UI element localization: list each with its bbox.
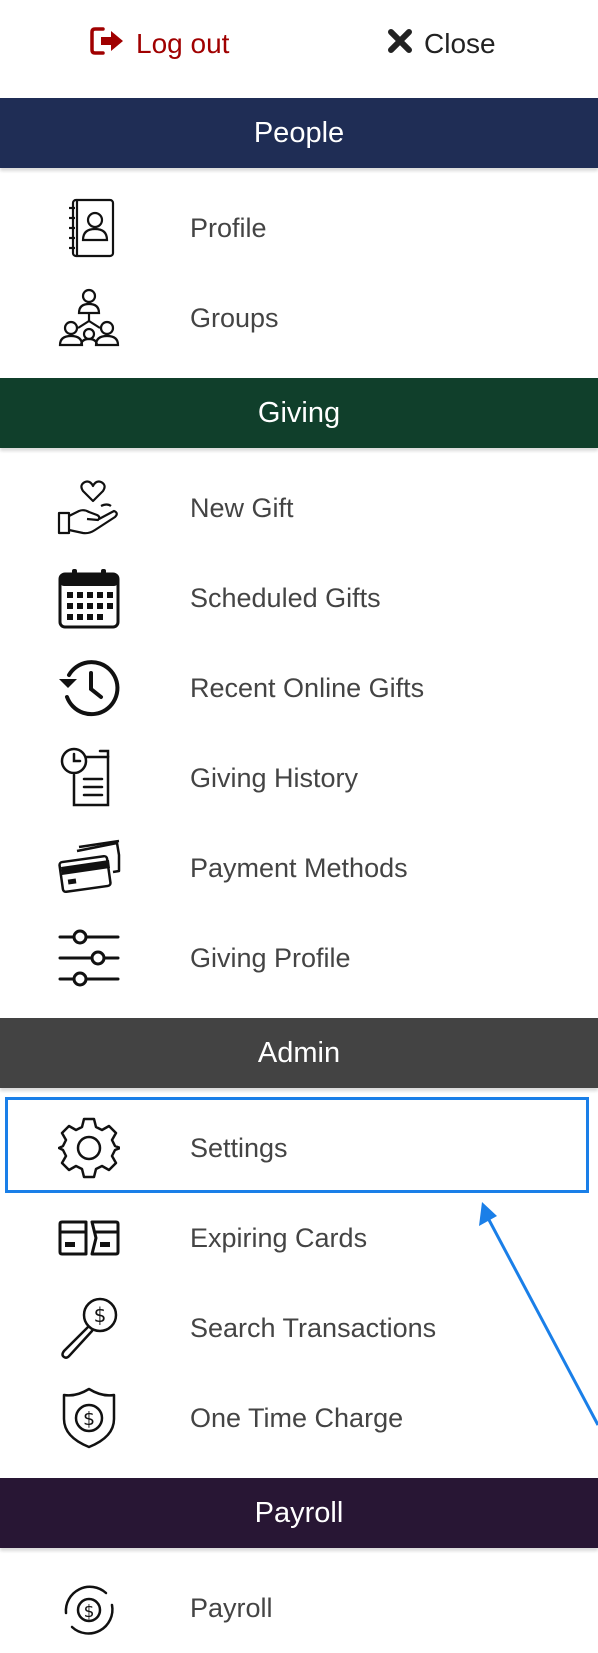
menu-item-label: Scheduled Gifts xyxy=(190,582,381,613)
svg-text:$: $ xyxy=(83,1408,95,1430)
menu-item-label: New Gift xyxy=(190,492,294,523)
menu-item-label: Profile xyxy=(190,212,267,243)
history-clock-icon xyxy=(56,658,122,718)
document-clock-icon xyxy=(56,747,122,808)
menu-item-label: Giving History xyxy=(190,762,359,793)
calendar-icon xyxy=(56,568,122,629)
shield-dollar-icon: $ xyxy=(56,1387,122,1449)
menu-item-scheduled-gifts[interactable]: Scheduled Gifts xyxy=(0,553,598,643)
sliders-icon xyxy=(56,928,122,988)
menu-item-profile[interactable]: Profile xyxy=(0,183,598,273)
menu-item-expiring-cards[interactable]: Expiring Cards xyxy=(0,1193,598,1283)
menu-item-groups[interactable]: Groups xyxy=(0,273,598,363)
hand-heart-icon xyxy=(56,478,122,538)
section-title: People xyxy=(253,116,345,149)
menu-item-search-transactions[interactable]: $ Search Transactions xyxy=(0,1283,598,1373)
menu-item-label: Payment Methods xyxy=(190,852,408,883)
close-label: Close xyxy=(424,28,496,59)
menu-item-giving-profile[interactable]: Giving Profile xyxy=(0,913,598,1003)
menu-item-one-time-charge[interactable]: $ One Time Charge xyxy=(0,1373,598,1463)
payroll-cycle-icon: $ xyxy=(56,1578,122,1638)
group-hierarchy-icon xyxy=(56,288,122,348)
menu-item-label: Recent Online Gifts xyxy=(190,672,425,703)
credit-cards-icon xyxy=(56,838,122,898)
menu-item-recent-online-gifts[interactable]: Recent Online Gifts xyxy=(0,643,598,733)
close-icon xyxy=(386,27,424,62)
menu-item-giving-history[interactable]: Giving History xyxy=(0,733,598,823)
section-title: Giving xyxy=(257,396,341,429)
menu-item-settings[interactable]: Settings xyxy=(0,1103,598,1193)
menu-item-label: Payroll xyxy=(190,1592,273,1623)
menu-item-payroll[interactable]: $ Payroll xyxy=(0,1563,598,1653)
svg-text:$: $ xyxy=(84,1602,95,1622)
magnifier-dollar-icon: $ xyxy=(56,1297,122,1359)
menu-item-label: Giving Profile xyxy=(190,942,351,973)
menu-item-label: One Time Charge xyxy=(190,1402,404,1433)
menu-item-payment-methods[interactable]: Payment Methods xyxy=(0,823,598,913)
section-title: Admin xyxy=(257,1036,341,1069)
close-button[interactable]: Close xyxy=(386,26,496,62)
svg-text:$: $ xyxy=(94,1303,107,1327)
section-title: Payroll xyxy=(254,1496,344,1529)
section-header-giving: Giving xyxy=(0,378,598,448)
cards-icon xyxy=(56,1208,122,1268)
gear-icon xyxy=(56,1117,122,1179)
menu-item-new-gift[interactable]: New Gift xyxy=(0,463,598,553)
menu-item-label: Groups xyxy=(190,302,279,333)
sign-out-icon xyxy=(90,26,136,63)
section-header-admin: Admin xyxy=(0,1018,598,1088)
top-bar: Log out Close xyxy=(0,0,598,98)
logout-button[interactable]: Log out xyxy=(90,26,229,62)
section-header-payroll: Payroll xyxy=(0,1478,598,1548)
section-header-people: People xyxy=(0,98,598,168)
logout-label: Log out xyxy=(136,28,230,59)
menu-item-label: Settings xyxy=(190,1132,288,1163)
menu-item-label: Search Transactions xyxy=(190,1312,437,1343)
menu-item-label: Expiring Cards xyxy=(190,1222,368,1253)
address-book-icon xyxy=(56,198,122,258)
